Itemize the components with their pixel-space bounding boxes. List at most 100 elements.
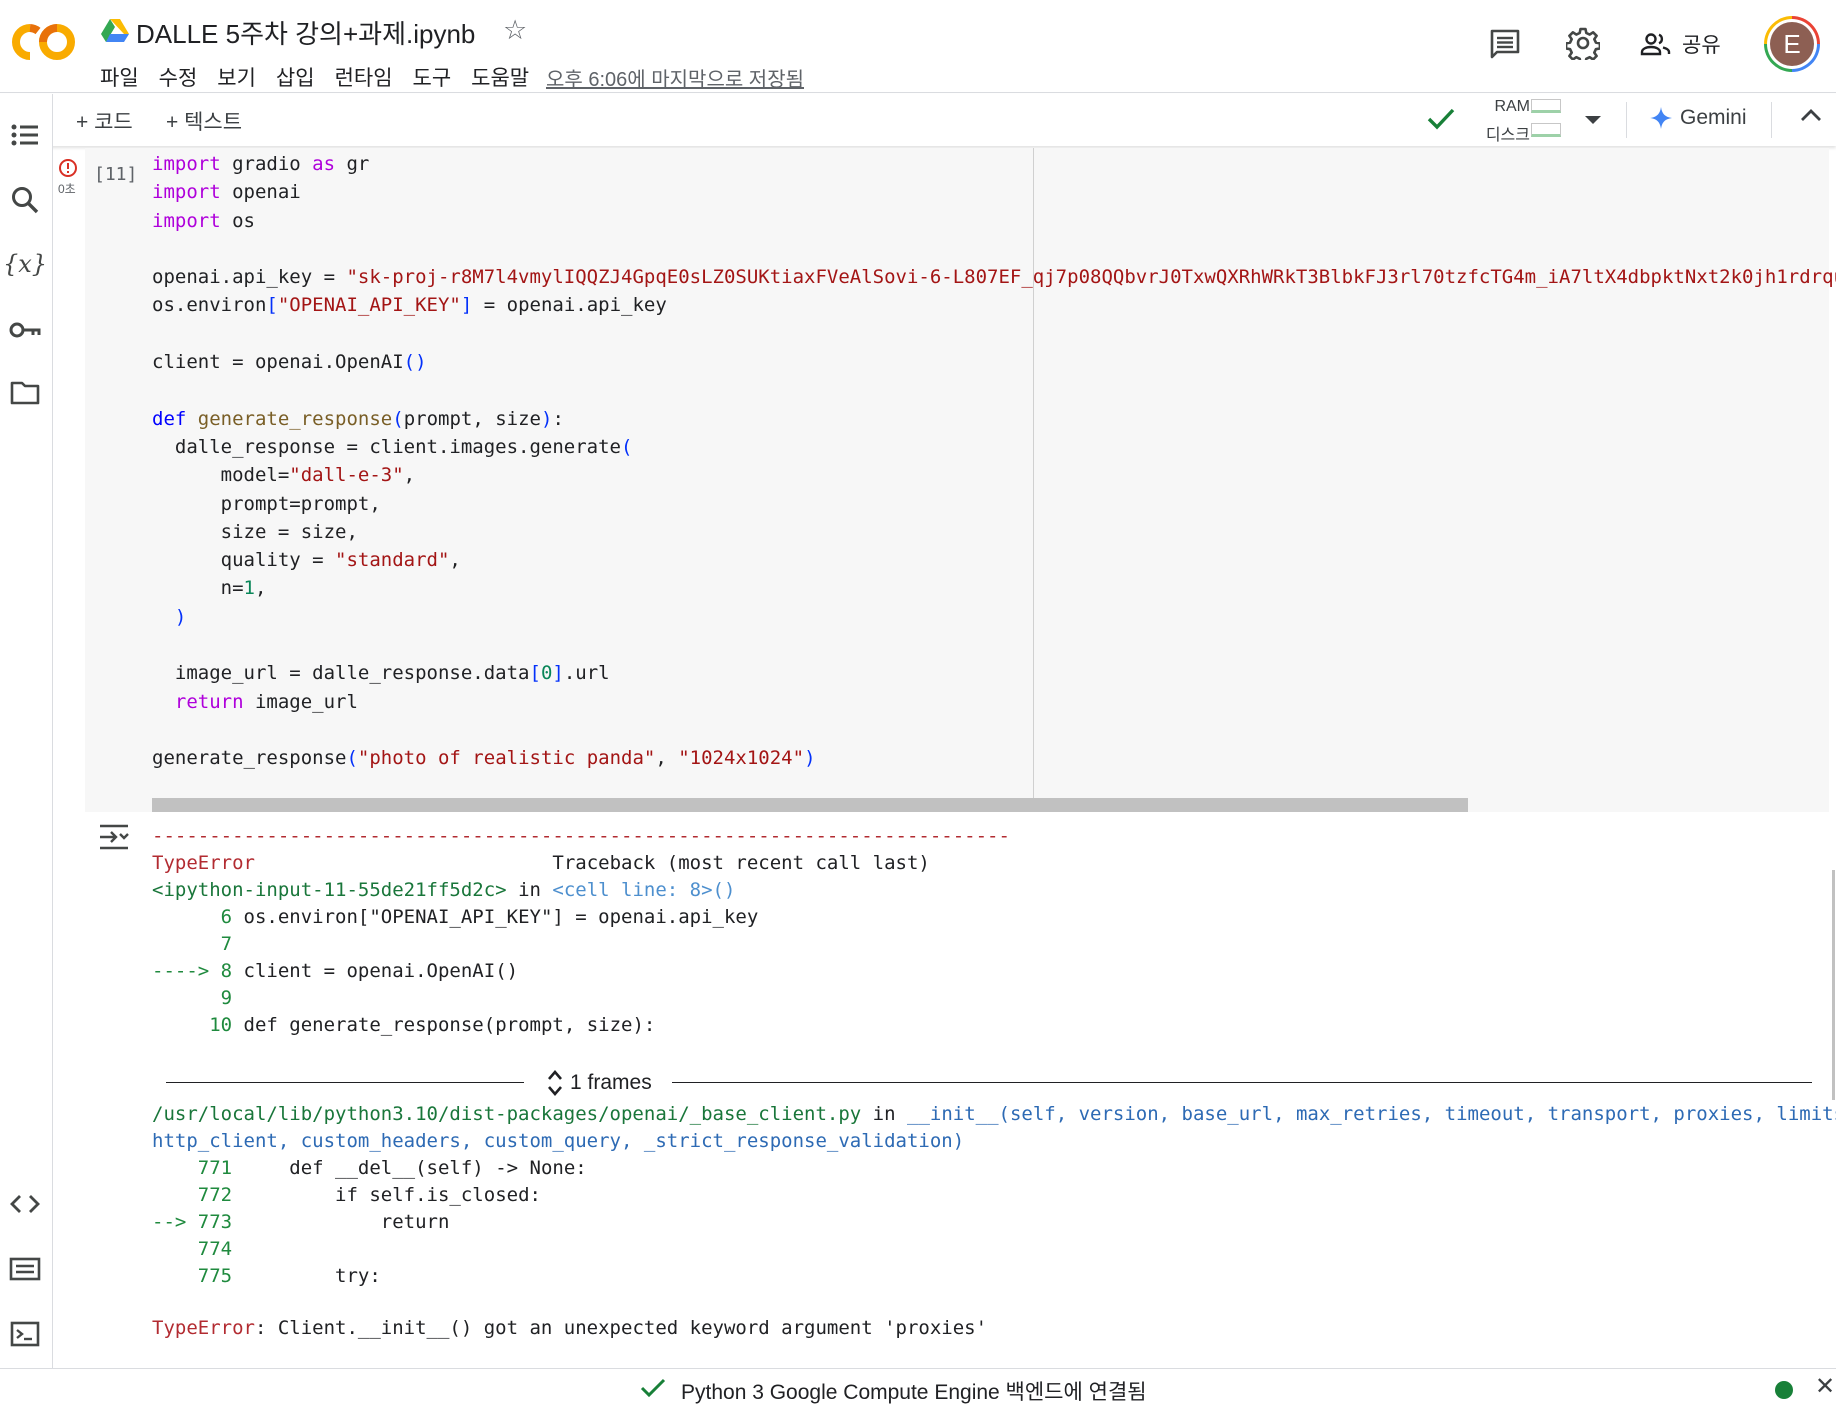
chevron-down-icon[interactable]	[1584, 112, 1602, 130]
traceback-line: 774	[197, 1238, 233, 1260]
left-sidebar: {x}	[0, 94, 53, 1368]
star-icon[interactable]: ☆	[503, 15, 527, 46]
runtime-status-text[interactable]: Python 3 Google Compute Engine 백엔드에 연결됨	[681, 1376, 1147, 1404]
traceback-line: 6 os.environ["OPENAI_API_KEY"] = openai.…	[220, 906, 759, 928]
resource-monitor[interactable]: RAM 디스크	[1476, 97, 1566, 144]
search-icon[interactable]	[8, 183, 42, 217]
input-reference: <ipython-input-11-55de21ff5d2c>	[152, 879, 507, 901]
gemini-button[interactable]: Gemini	[1650, 106, 1747, 130]
comment-icon[interactable]	[1488, 28, 1522, 60]
last-saved-status[interactable]: 오후 6:06에 마지막으로 저장됨	[546, 63, 804, 92]
horizontal-scrollbar[interactable]	[152, 798, 1468, 812]
code-editor[interactable]: import gradio as gr import openai import o…	[152, 150, 1836, 773]
final-error-message: : Client.__init__() got an unexpected ke…	[254, 1317, 988, 1339]
gemini-label: Gemini	[1680, 106, 1747, 129]
expand-frames-button[interactable]: 1 frames	[546, 1068, 652, 1098]
header-bar: DALLE 5주차 강의+과제.ipynb ☆ 파일 수정 보기 삽입 런타임 …	[0, 0, 1836, 93]
share-label: 공유	[1682, 34, 1721, 57]
menu-file[interactable]: 파일	[98, 62, 148, 92]
menu-tools[interactable]: 도구	[411, 62, 461, 92]
people-icon	[1640, 33, 1671, 56]
final-error-type: TypeError	[152, 1317, 255, 1339]
traceback-line: 7	[220, 933, 233, 955]
error-icon[interactable]	[58, 158, 78, 178]
avatar-letter: E	[1770, 22, 1814, 66]
unfold-icon	[548, 1070, 562, 1096]
menu-runtime[interactable]: 런타임	[333, 62, 402, 92]
code-line: dalle_response = client.images.generate(	[152, 435, 633, 458]
frame-function-signature: __init__(self, version, base_url, max_re…	[907, 1103, 1836, 1125]
traceback-line: 775 try:	[197, 1265, 381, 1287]
code-line: prompt=prompt,	[152, 492, 381, 515]
traceback-separator: ----------------------------------------…	[152, 825, 1010, 847]
chevron-up-icon[interactable]	[1800, 108, 1822, 127]
cell-line-reference: <cell line: 8>()	[552, 879, 736, 901]
toolbar-divider	[1626, 102, 1627, 138]
command-palette-icon[interactable]	[8, 1252, 42, 1286]
traceback-header-line: TypeError Traceback (most recent call la…	[152, 850, 1010, 877]
runtime-status-dot	[1775, 1381, 1793, 1399]
frame-context: 771 def __del__(self) -> None: 772 if se…	[152, 1155, 1836, 1290]
menu-view[interactable]: 보기	[215, 62, 265, 92]
account-avatar[interactable]: E	[1764, 16, 1820, 72]
code-line: return image_url	[174, 690, 358, 713]
vertical-scrollbar[interactable]	[1832, 870, 1835, 1100]
code-snippets-icon[interactable]	[8, 1187, 42, 1221]
gear-icon[interactable]	[1564, 26, 1602, 65]
code-line: model="dall-e-3",	[152, 464, 416, 487]
frame-location: /usr/local/lib/python3.10/dist-packages/…	[152, 1101, 1836, 1128]
code-line: import gradio as gr	[152, 153, 370, 175]
menu-bar: 파일 수정 보기 삽입 런타임 도구 도움말	[98, 62, 547, 92]
execution-time: 0초	[58, 182, 76, 196]
toolbar-divider	[1771, 102, 1772, 138]
ram-usage-bar	[1531, 99, 1561, 113]
add-code-button[interactable]: + 코드	[76, 106, 133, 136]
traceback-line: --> 773 return	[152, 1211, 450, 1233]
traceback-line: 771 def __del__(self) -> None:	[197, 1157, 587, 1179]
traceback-line: 10 def generate_response(prompt, size):	[209, 1014, 656, 1036]
code-line: n=1,	[152, 577, 267, 600]
disk-usage-bar	[1531, 123, 1561, 137]
colab-logo[interactable]	[12, 22, 78, 62]
notebook-title[interactable]: DALLE 5주차 강의+과제.ipynb	[136, 14, 475, 51]
traceback-line: ----> 8 client = openai.OpenAI()	[152, 960, 519, 982]
traceback-context: 6 os.environ["OPENAI_API_KEY"] = openai.…	[152, 904, 1010, 1039]
variables-icon[interactable]: {x}	[3, 247, 47, 281]
table-of-contents-icon[interactable]	[8, 118, 42, 152]
code-line: client = openai.OpenAI()	[152, 351, 427, 374]
add-text-button[interactable]: + 텍스트	[166, 106, 242, 136]
code-line: openai.api_key = "sk-proj-r8M7l4vmylIQQZ…	[152, 266, 1836, 289]
disk-label: 디스크	[1485, 127, 1530, 144]
traceback-header: Traceback (most recent call last)	[552, 852, 930, 874]
frames-label: 1 frames	[570, 1071, 652, 1094]
share-button[interactable]: 공유	[1640, 26, 1721, 62]
connected-check-icon	[1426, 106, 1456, 132]
execution-count[interactable]: [11]	[94, 164, 137, 185]
menu-insert[interactable]: 삽입	[274, 62, 324, 92]
menu-help[interactable]: 도움말	[469, 62, 538, 92]
google-drive-icon[interactable]	[101, 18, 129, 42]
check-icon	[640, 1377, 666, 1404]
key-icon[interactable]	[8, 313, 42, 347]
close-icon[interactable]: ✕	[1815, 1372, 1835, 1401]
code-line: )	[174, 605, 187, 628]
terminal-icon[interactable]	[8, 1317, 42, 1351]
frames-divider	[166, 1082, 524, 1083]
code-line: quality = "standard",	[152, 549, 461, 572]
output-actions-icon[interactable]	[98, 822, 130, 852]
frame-file-path[interactable]: /usr/local/lib/python3.10/dist-packages/…	[152, 1103, 861, 1125]
code-line: size = size,	[152, 520, 358, 543]
code-line: import os	[152, 209, 255, 232]
frame-function-signature-cont: http_client, custom_headers, custom_quer…	[152, 1130, 965, 1152]
code-line: generate_response("photo of realistic pa…	[152, 747, 816, 770]
folder-icon[interactable]	[8, 376, 42, 410]
code-line: def generate_response(prompt, size):	[152, 407, 564, 430]
traceback-line: 772 if self.is_closed:	[197, 1184, 541, 1206]
code-line: image_url = dalle_response.data[0].url	[152, 662, 610, 685]
sparkle-icon	[1650, 107, 1672, 129]
menu-edit[interactable]: 수정	[157, 62, 207, 92]
